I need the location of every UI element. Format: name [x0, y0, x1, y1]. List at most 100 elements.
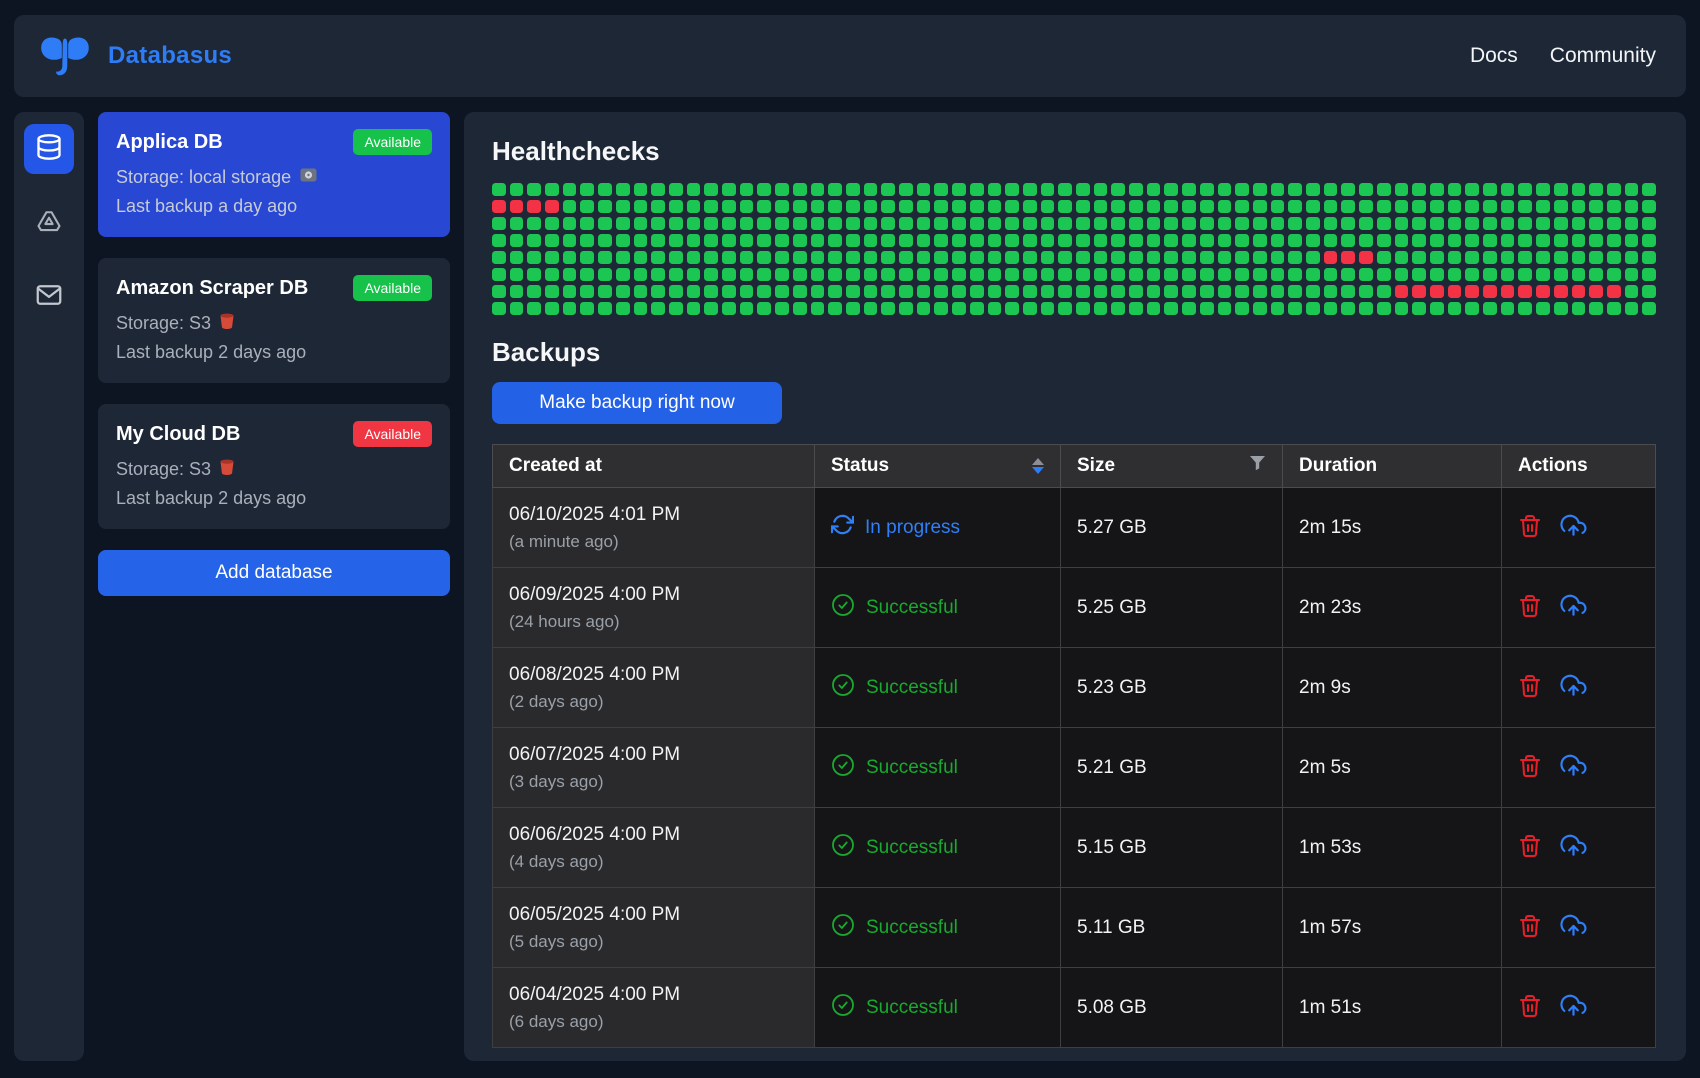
sidebar-item-mail[interactable]	[24, 272, 74, 322]
healthcheck-cell	[1182, 268, 1196, 281]
community-link[interactable]: Community	[1550, 44, 1656, 68]
healthcheck-cell	[899, 217, 913, 230]
upload-backup-button[interactable]	[1560, 753, 1587, 782]
database-card[interactable]: My Cloud DB Available Storage: S3 Last b…	[98, 404, 450, 529]
sidebar-item-databases[interactable]	[24, 124, 74, 174]
healthcheck-cell	[970, 234, 984, 247]
check-circle-icon	[831, 993, 855, 1023]
healthcheck-cell	[1253, 183, 1267, 196]
healthcheck-cell	[811, 268, 825, 281]
healthcheck-cell	[1607, 200, 1621, 213]
healthcheck-cell	[1518, 217, 1532, 230]
healthcheck-cell	[1448, 200, 1462, 213]
make-backup-button[interactable]: Make backup right now	[492, 382, 782, 424]
upload-backup-button[interactable]	[1560, 913, 1587, 942]
healthcheck-cell	[1164, 302, 1178, 315]
trash-icon	[1518, 593, 1542, 622]
healthcheck-cell	[1271, 234, 1285, 247]
healthcheck-cell	[1094, 251, 1108, 264]
healthcheck-cell	[899, 183, 913, 196]
healthcheck-cell	[545, 217, 559, 230]
col-header-created-at: Created at	[493, 445, 815, 488]
delete-backup-button[interactable]	[1518, 833, 1542, 862]
healthcheck-cell	[598, 234, 612, 247]
healthcheck-cell	[1572, 285, 1586, 298]
healthcheck-cell	[1536, 285, 1550, 298]
healthcheck-cell	[1147, 234, 1161, 247]
healthcheck-cell	[1218, 217, 1232, 230]
add-database-button[interactable]: Add database	[98, 550, 450, 596]
col-header-size[interactable]: Size	[1061, 445, 1283, 488]
last-backup-label: Last backup 2 days ago	[116, 488, 432, 509]
healthcheck-cell	[651, 285, 665, 298]
healthcheck-cell	[864, 251, 878, 264]
healthcheck-cell	[1501, 200, 1515, 213]
healthcheck-cell	[970, 200, 984, 213]
healthcheck-cell	[598, 302, 612, 315]
delete-backup-button[interactable]	[1518, 913, 1542, 942]
healthcheck-cell	[1200, 217, 1214, 230]
upload-backup-button[interactable]	[1560, 833, 1587, 862]
cloud-upload-icon	[1560, 593, 1587, 622]
healthcheck-cell	[1218, 200, 1232, 213]
actions-cell	[1502, 728, 1656, 808]
healthcheck-cell	[828, 268, 842, 281]
upload-backup-button[interactable]	[1560, 993, 1587, 1022]
healthcheck-cell	[687, 302, 701, 315]
healthcheck-cell	[1200, 268, 1214, 281]
healthcheck-cell	[1359, 268, 1373, 281]
healthcheck-cell	[1058, 217, 1072, 230]
delete-backup-button[interactable]	[1518, 673, 1542, 702]
filter-icon[interactable]	[1249, 455, 1266, 477]
trash-icon	[1518, 993, 1542, 1022]
delete-backup-button[interactable]	[1518, 513, 1542, 542]
docs-link[interactable]: Docs	[1470, 44, 1518, 68]
healthcheck-cell	[811, 217, 825, 230]
healthcheck-cell	[1253, 268, 1267, 281]
healthcheck-cell	[1642, 251, 1656, 264]
healthcheck-cell	[1271, 200, 1285, 213]
sort-icon[interactable]	[1032, 458, 1044, 474]
healthcheck-cell	[952, 183, 966, 196]
upload-backup-button[interactable]	[1560, 673, 1587, 702]
healthcheck-cell	[1448, 183, 1462, 196]
healthcheck-cell	[527, 285, 541, 298]
healthcheck-cell	[651, 200, 665, 213]
healthcheck-cell	[1518, 183, 1532, 196]
database-card[interactable]: Amazon Scraper DB Available Storage: S3 …	[98, 258, 450, 383]
healthcheck-cell	[1288, 183, 1302, 196]
healthcheck-cell	[1094, 268, 1108, 281]
healthcheck-cell	[864, 285, 878, 298]
healthcheck-cell	[1465, 234, 1479, 247]
delete-backup-button[interactable]	[1518, 593, 1542, 622]
healthcheck-cell	[651, 302, 665, 315]
sidebar-item-google-drive[interactable]	[24, 198, 74, 248]
healthcheck-cell	[616, 200, 630, 213]
healthcheck-cell	[757, 200, 771, 213]
upload-backup-button[interactable]	[1560, 513, 1587, 542]
healthcheck-cell	[722, 251, 736, 264]
delete-backup-button[interactable]	[1518, 753, 1542, 782]
healthcheck-cell	[1554, 217, 1568, 230]
healthcheck-cell	[1518, 302, 1532, 315]
healthcheck-cell	[704, 234, 718, 247]
healthcheck-cell	[934, 268, 948, 281]
healthcheck-cell	[1041, 268, 1055, 281]
healthcheck-cell	[527, 234, 541, 247]
healthcheck-cell	[1341, 268, 1355, 281]
healthcheck-cell	[846, 251, 860, 264]
status-cell: Successful	[815, 888, 1061, 968]
healthcheck-cell	[899, 234, 913, 247]
database-card[interactable]: Applica DB Available Storage: local stor…	[98, 112, 450, 237]
healthcheck-cell	[1412, 183, 1426, 196]
healthcheck-cell	[740, 302, 754, 315]
healthcheck-cell	[687, 217, 701, 230]
healthcheck-cell	[1041, 200, 1055, 213]
healthcheck-cell	[510, 268, 524, 281]
upload-backup-button[interactable]	[1560, 593, 1587, 622]
col-header-status[interactable]: Status	[815, 445, 1061, 488]
delete-backup-button[interactable]	[1518, 993, 1542, 1022]
healthcheck-cell	[1341, 251, 1355, 264]
healthcheck-cell	[580, 302, 594, 315]
size-cell: 5.23 GB	[1061, 648, 1283, 728]
